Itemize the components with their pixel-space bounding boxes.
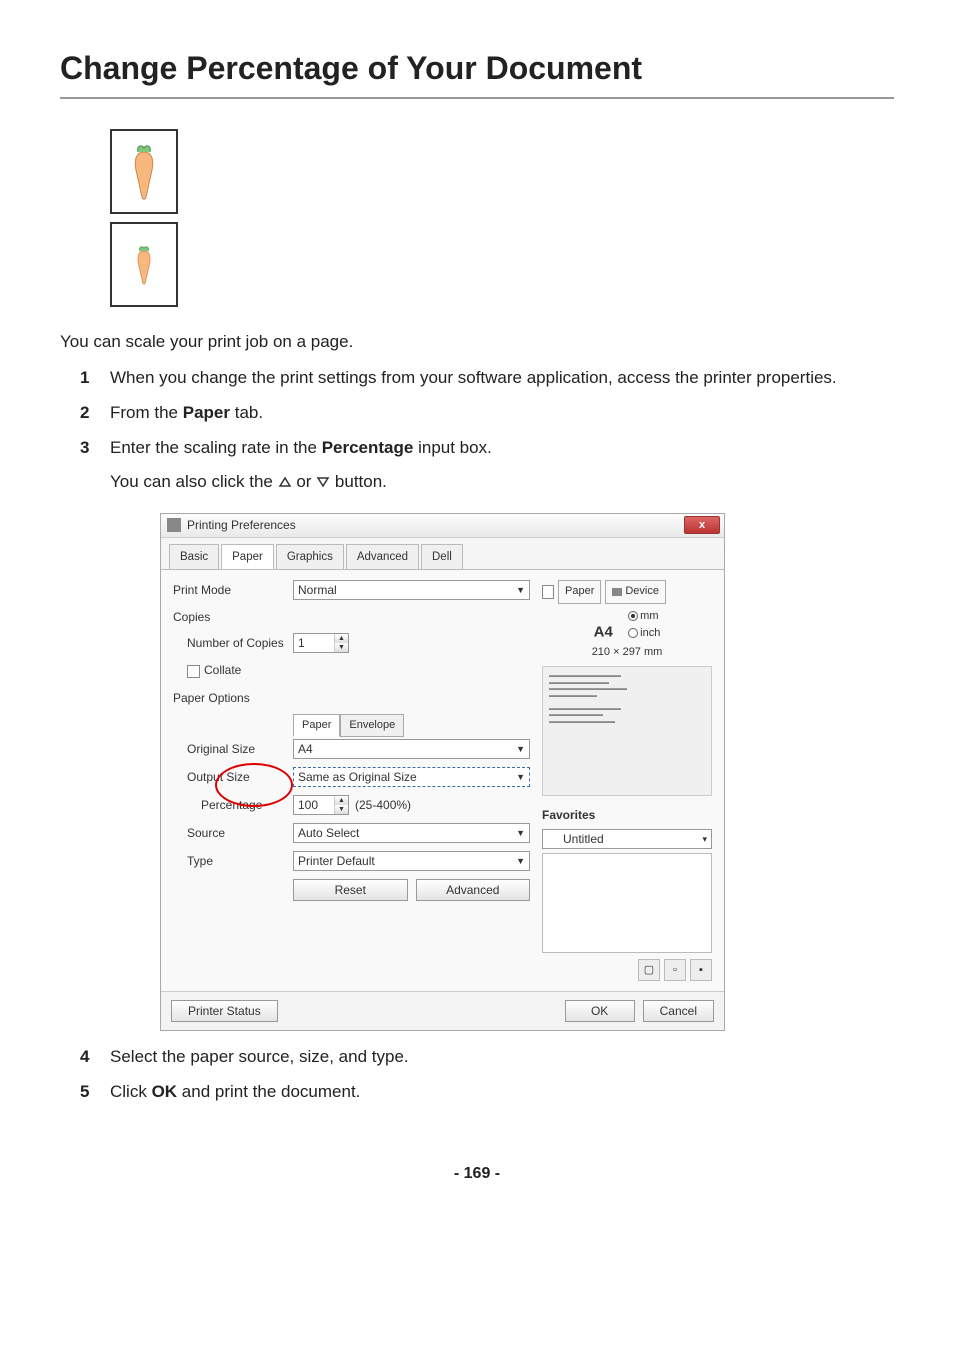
printing-preferences-dialog: Printing Preferences x Basic Paper Graph… (160, 513, 725, 1031)
num-copies-spinner[interactable]: 1 ▲▼ (293, 633, 349, 653)
mini-tab-paper[interactable]: Paper (293, 714, 340, 738)
tab-paper[interactable]: Paper (221, 544, 274, 569)
original-size-select[interactable]: A4▼ (293, 739, 530, 759)
copies-heading: Copies (173, 608, 530, 627)
favorites-list (542, 853, 712, 953)
tab-dell[interactable]: Dell (421, 544, 463, 569)
chevron-down-icon: ▼ (516, 854, 525, 868)
down-arrow-icon (316, 476, 330, 488)
print-mode-label: Print Mode (173, 581, 293, 600)
step-5: Click OK and print the document. (80, 1078, 894, 1105)
subline-text: You can also click the (110, 472, 278, 491)
tab-basic[interactable]: Basic (169, 544, 219, 569)
source-label: Source (173, 824, 293, 843)
printer-icon (167, 518, 181, 532)
close-button[interactable]: x (684, 516, 720, 534)
cancel-button[interactable]: Cancel (643, 1000, 714, 1022)
source-select[interactable]: Auto Select▼ (293, 823, 530, 843)
print-mode-select[interactable]: Normal▼ (293, 580, 530, 600)
reset-button[interactable]: Reset (293, 879, 408, 901)
step-2: From the Paper tab. (80, 399, 894, 426)
favorites-label: Favorites (542, 806, 712, 825)
step-1: When you change the print settings from … (80, 364, 894, 391)
percentage-spinner[interactable]: 100 ▲▼ (293, 795, 349, 815)
paper-options-heading: Paper Options (173, 689, 530, 708)
tab-advanced[interactable]: Advanced (346, 544, 419, 569)
right-tab-paper[interactable]: Paper (558, 580, 601, 604)
spinner-up-icon[interactable]: ▲ (335, 796, 348, 805)
unit-mm-radio[interactable] (628, 611, 638, 621)
spinner-up-icon[interactable]: ▲ (335, 634, 348, 643)
type-select[interactable]: Printer Default▼ (293, 851, 530, 871)
percentage-range: (25-400%) (355, 796, 411, 815)
type-label: Type (173, 852, 293, 871)
chevron-down-icon: ▼ (516, 583, 525, 597)
dialog-titlebar: Printing Preferences x (161, 514, 724, 538)
export-favorite-icon[interactable]: ▫ (664, 959, 686, 981)
favorites-select[interactable]: Untitled▾ (542, 829, 712, 849)
up-arrow-icon (278, 476, 292, 488)
large-document-icon (110, 129, 178, 214)
page-preview: ▬▬▬▬▬▬▬▬▬▬▬▬▬▬▬▬▬▬▬▬▬▬▬▬▬▬▬▬▬▬▬▬▬▬▬▬▬▬▬▬… (542, 666, 712, 796)
save-favorite-icon[interactable]: ▢ (638, 959, 660, 981)
chevron-down-icon: ▼ (516, 826, 525, 840)
dialog-tabs: Basic Paper Graphics Advanced Dell (161, 538, 724, 569)
chevron-down-icon: ▼ (516, 770, 525, 784)
advanced-button[interactable]: Advanced (416, 879, 531, 901)
original-size-label: Original Size (173, 740, 293, 759)
delete-favorite-icon[interactable]: ▪ (690, 959, 712, 981)
spinner-down-icon[interactable]: ▼ (335, 805, 348, 814)
small-document-icon (110, 222, 178, 307)
page-number: 169 (60, 1165, 894, 1183)
right-tab-device[interactable]: Device (605, 580, 666, 604)
chevron-down-icon: ▾ (702, 832, 707, 846)
tab-graphics[interactable]: Graphics (276, 544, 344, 569)
ok-button[interactable]: OK (565, 1000, 635, 1022)
scaling-illustration (110, 129, 894, 307)
unit-inch-radio[interactable] (628, 628, 638, 638)
printer-status-button[interactable]: Printer Status (171, 1000, 278, 1022)
output-size-select[interactable]: Same as Original Size▼ (293, 767, 530, 787)
dialog-title: Printing Preferences (187, 516, 296, 535)
page-title: Change Percentage of Your Document (60, 50, 894, 99)
step-4: Select the paper source, size, and type. (80, 1043, 894, 1070)
page-icon (542, 585, 554, 599)
callout-circle (215, 763, 293, 807)
step-3: Enter the scaling rate in the Percentage… (80, 434, 894, 1031)
printer-icon (612, 588, 622, 596)
paper-info: A4 mm inch 210 × 297 mm (542, 608, 712, 662)
intro-text: You can scale your print job on a page. (60, 332, 894, 352)
chevron-down-icon: ▼ (516, 742, 525, 756)
num-copies-label: Number of Copies (173, 634, 293, 653)
spinner-down-icon[interactable]: ▼ (335, 643, 348, 652)
collate-checkbox[interactable]: Collate (173, 661, 293, 680)
mini-tab-envelope[interactable]: Envelope (340, 714, 404, 738)
